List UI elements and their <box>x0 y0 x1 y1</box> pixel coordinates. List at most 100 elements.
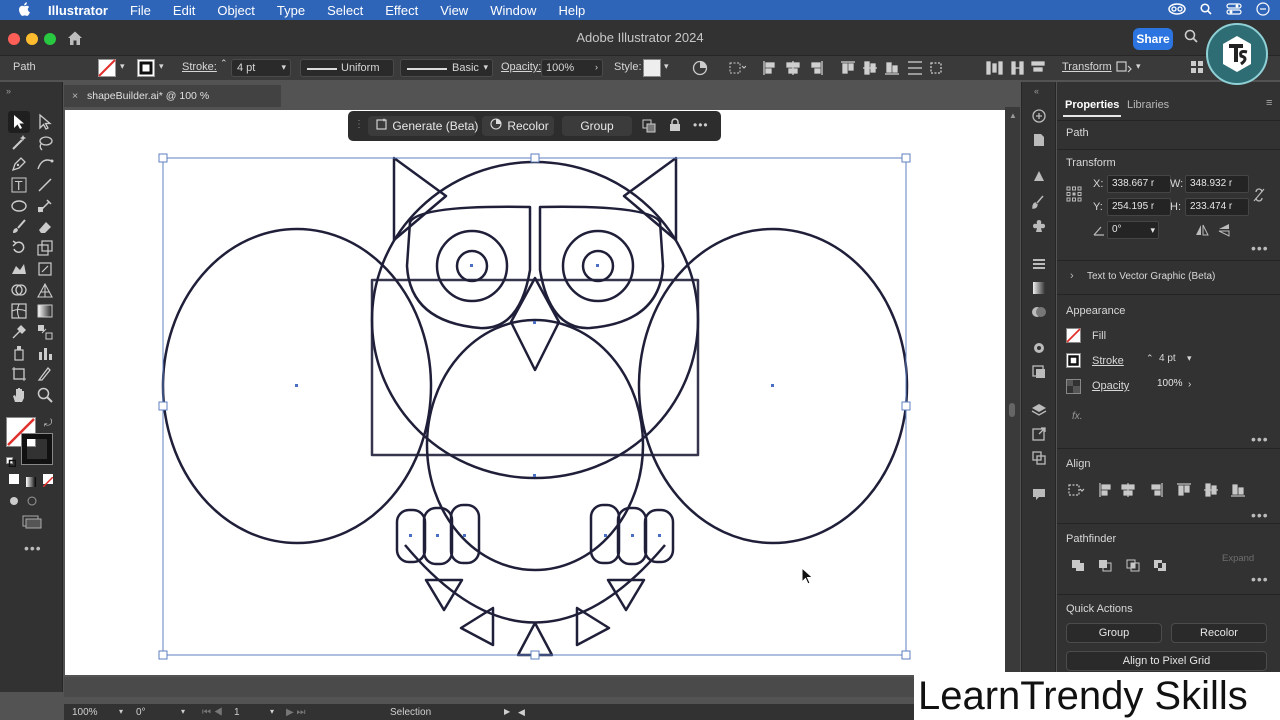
magic-wand-tool-icon[interactable] <box>10 134 28 152</box>
scroll-left-icon[interactable]: ◀ <box>518 707 525 718</box>
color-mode-icon[interactable] <box>9 474 19 484</box>
rotate-tool-icon[interactable] <box>10 239 28 257</box>
control-center-icon[interactable] <box>1226 2 1242 18</box>
lock-icon[interactable] <box>669 118 681 135</box>
zoom-chevron-icon[interactable]: ▾ <box>119 707 123 716</box>
flip-vertical-icon[interactable] <box>1218 223 1230 240</box>
expand-button[interactable]: Expand <box>1222 553 1254 564</box>
ellipse-tool-icon[interactable] <box>10 197 28 215</box>
stroke-stepper-icon[interactable]: ⌃ <box>220 58 228 69</box>
rotation-chevron-icon[interactable]: ▾ <box>181 707 185 716</box>
eyedropper-tool-icon[interactable] <box>10 323 28 341</box>
menu-effect[interactable]: Effect <box>385 3 418 18</box>
paintbrush-tool-icon[interactable] <box>10 218 28 236</box>
panel-menu-icon[interactable]: ≡ <box>1266 97 1272 109</box>
apple-icon[interactable] <box>16 1 32 19</box>
menu-select[interactable]: Select <box>327 3 363 18</box>
zoom-level[interactable]: 100% <box>72 707 98 718</box>
appearance-fill-swatch[interactable] <box>1066 328 1081 346</box>
recolor-artwork-icon[interactable] <box>692 60 708 79</box>
last-artboard-icon[interactable]: ▶ ⏭ <box>286 707 305 718</box>
draw-behind-icon[interactable] <box>26 494 38 506</box>
artboard-tool-icon[interactable] <box>10 365 28 383</box>
export-panel-icon[interactable] <box>1031 426 1047 442</box>
y-position-field[interactable]: 254.195 r <box>1107 198 1171 216</box>
appearance-panel-icon[interactable] <box>1031 340 1047 356</box>
spotlight-search-icon[interactable] <box>1200 2 1212 18</box>
scale-tool-icon[interactable] <box>36 239 54 257</box>
perspective-grid-tool-icon[interactable] <box>36 281 54 299</box>
gradient-mode-icon[interactable] <box>26 474 36 487</box>
gradient-tool-icon[interactable] <box>36 302 54 320</box>
chevron-right-icon[interactable]: › <box>1188 379 1191 390</box>
properties-tab[interactable]: Properties <box>1065 99 1119 111</box>
chevron-down-icon[interactable]: ▾ <box>1187 353 1192 364</box>
learn-panel-icon[interactable] <box>1031 108 1047 124</box>
text-to-vector-section[interactable]: Text to Vector Graphic (Beta) <box>1087 271 1215 282</box>
rotation-value[interactable]: 0° <box>136 707 146 718</box>
mesh-tool-icon[interactable] <box>10 302 28 320</box>
align-to-pixel-grid-button[interactable]: Align to Pixel Grid <box>1066 651 1267 671</box>
comments-panel-icon[interactable] <box>1031 486 1047 502</box>
column-graph-tool-icon[interactable] <box>36 344 54 362</box>
zoom-tool-icon[interactable] <box>36 386 54 404</box>
pathfinder-buttons-row[interactable] <box>1071 557 1181 576</box>
line-segment-tool-icon[interactable] <box>36 176 54 194</box>
stroke-swatch[interactable] <box>137 59 155 80</box>
direct-selection-tool-icon[interactable] <box>36 113 54 131</box>
collapse-panel-icon[interactable]: » <box>6 86 11 96</box>
quick-action-group-button[interactable]: Group <box>1066 623 1162 643</box>
vertical-scroll-thumb[interactable] <box>1009 403 1015 417</box>
creative-cloud-icon[interactable] <box>1168 2 1186 18</box>
flip-horizontal-icon[interactable] <box>1195 224 1209 239</box>
artboards-panel-icon[interactable] <box>1031 450 1047 466</box>
status-menu-icon[interactable]: ▶ <box>504 707 510 716</box>
stroke-panel-icon[interactable] <box>1031 256 1047 272</box>
eraser-tool-icon[interactable] <box>36 218 54 236</box>
transform-more-icon[interactable]: ••• <box>1251 240 1269 256</box>
isolate-group-icon[interactable] <box>1116 60 1132 79</box>
document-tab[interactable]: × shapeBuilder.ai* @ 100 % (RGB/Preview) <box>64 85 281 124</box>
transparency-panel-icon[interactable] <box>1031 304 1047 320</box>
properties-panel-icon[interactable] <box>1031 132 1047 148</box>
width-tool-icon[interactable] <box>10 260 28 278</box>
chevron-right-icon[interactable]: › <box>1070 270 1074 282</box>
x-position-field[interactable]: 338.667 r <box>1107 175 1171 193</box>
default-fill-stroke-icon[interactable] <box>6 454 17 468</box>
free-transform-tool-icon[interactable] <box>36 260 54 278</box>
symbols-panel-icon[interactable] <box>1031 218 1047 234</box>
generate-beta-button[interactable]: Generate (Beta) <box>368 116 478 136</box>
draw-normal-icon[interactable] <box>8 494 20 506</box>
vertical-scrollbar[interactable]: ▲ <box>1005 107 1020 677</box>
menu-help[interactable]: Help <box>558 3 585 18</box>
menu-view[interactable]: View <box>440 3 468 18</box>
swap-fill-stroke-icon[interactable]: ⤾ <box>44 418 52 429</box>
app-menu-illustrator[interactable]: Illustrator <box>48 3 108 18</box>
canvas-area[interactable] <box>64 107 1020 677</box>
shape-builder-tool-icon[interactable] <box>10 281 28 299</box>
stroke-weight-value[interactable]: 4 pt <box>1159 353 1176 364</box>
appearance-stroke-swatch[interactable] <box>1066 353 1081 371</box>
arrange-icon[interactable] <box>642 119 656 136</box>
graphic-style-swatch[interactable] <box>643 59 661 77</box>
drag-handle-icon[interactable]: ⋮ <box>354 119 364 130</box>
lasso-tool-icon[interactable] <box>36 134 54 152</box>
fill-none-swatch[interactable] <box>98 59 116 80</box>
owl-artwork[interactable] <box>65 110 1005 675</box>
quick-action-recolor-button[interactable]: Recolor <box>1171 623 1267 643</box>
rotation-field[interactable]: 0° ▾ <box>1107 221 1159 239</box>
menu-object[interactable]: Object <box>217 3 255 18</box>
search-icon[interactable] <box>1184 29 1198 46</box>
height-field[interactable]: 233.474 r <box>1185 198 1249 216</box>
fill-dropdown-chevron-icon[interactable]: ▾ <box>120 61 125 72</box>
edit-toolbar-more-icon[interactable]: ••• <box>24 540 42 556</box>
none-mode-icon[interactable] <box>42 474 54 488</box>
pathfinder-more-icon[interactable]: ••• <box>1251 571 1269 587</box>
artboard-chevron-icon[interactable]: ▾ <box>270 707 274 716</box>
group-button[interactable]: Group <box>562 116 632 136</box>
layers-panel-icon[interactable] <box>1031 402 1047 418</box>
align-buttons-group[interactable] <box>762 60 1047 79</box>
symbol-sprayer-tool-icon[interactable] <box>10 344 28 362</box>
menu-window[interactable]: Window <box>490 3 536 18</box>
stroke-dropdown-chevron-icon[interactable]: ▾ <box>159 61 164 72</box>
